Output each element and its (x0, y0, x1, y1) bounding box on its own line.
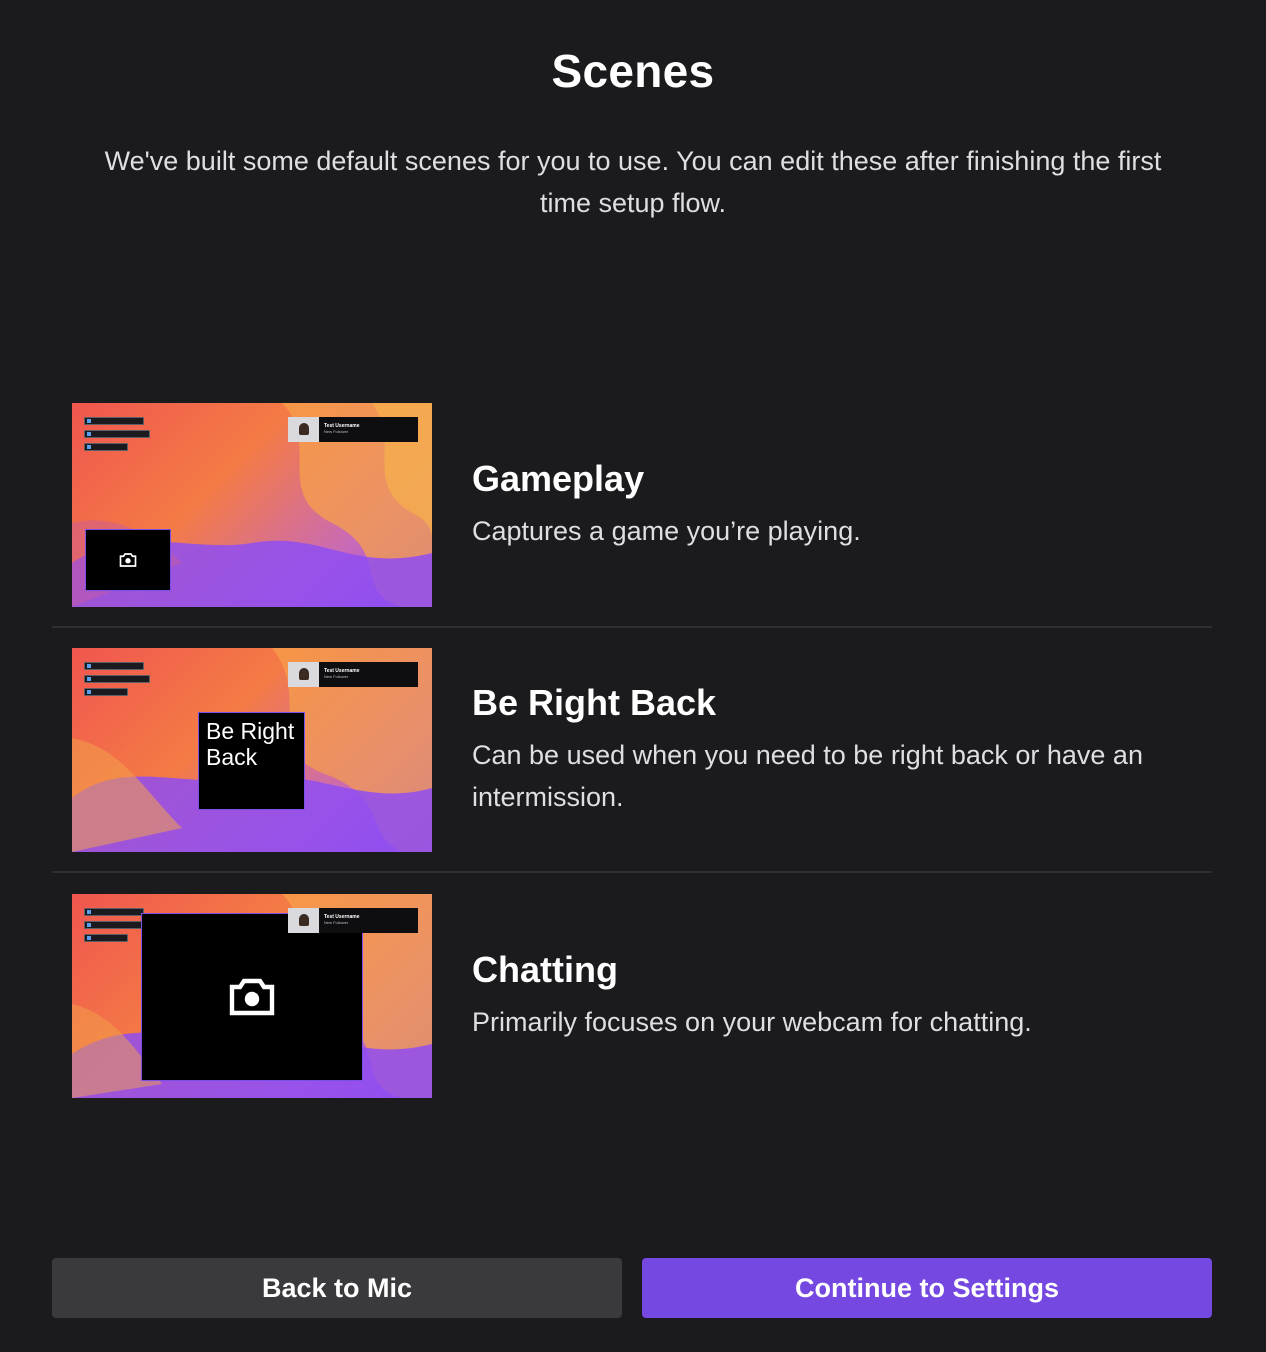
scene-info: Gameplay Captures a game you’re playing. (472, 458, 861, 552)
scene-row-gameplay: Test Username New Follower Gameplay Capt… (52, 383, 1212, 628)
scene-preview-gameplay: Test Username New Follower (72, 402, 432, 607)
page-subtitle: We've built some default scenes for you … (104, 146, 1162, 218)
follower-alert: Test Username New Follower (288, 907, 418, 933)
follower-alert: Test Username New Follower (288, 661, 418, 687)
follower-event: New Follower (324, 920, 349, 925)
chat-alerts (84, 416, 150, 456)
scene-preview-be-right-back: Test Username New Follower Be Right Back (72, 647, 432, 852)
chat-alerts (84, 661, 150, 701)
webcam-placeholder (85, 528, 171, 591)
chat-line (84, 907, 144, 916)
scene-info: Be Right Back Can be used when you need … (472, 682, 1172, 818)
chat-line (84, 442, 128, 451)
page-title: Scenes (551, 45, 715, 97)
follower-event: New Follower (324, 429, 349, 434)
scene-info: Chatting Primarily focuses on your webca… (472, 949, 1032, 1043)
webcam-placeholder (141, 912, 363, 1081)
follower-alert: Test Username New Follower (288, 416, 418, 442)
chat-line (84, 661, 144, 670)
scenes-setup-page: Scenes We've built some default scenes f… (0, 0, 1266, 1352)
scene-row-chatting: Test Username New Follower Chatting Prim… (52, 873, 1212, 1118)
scene-preview-chatting: Test Username New Follower (72, 893, 432, 1098)
scene-description: Primarily focuses on your webcam for cha… (472, 1006, 1032, 1037)
avatar-image (288, 661, 319, 687)
brb-text-box: Be Right Back (198, 711, 305, 810)
back-to-mic-button[interactable]: Back to Mic (52, 1258, 622, 1318)
camera-icon (229, 978, 275, 1015)
chat-line (84, 416, 144, 425)
avatar-image (288, 907, 319, 933)
scene-name: Gameplay (472, 457, 645, 499)
follower-event: New Follower (324, 674, 349, 679)
chat-line (84, 429, 150, 438)
chat-line (84, 687, 128, 696)
chat-line (84, 933, 128, 942)
scene-row-be-right-back: Test Username New Follower Be Right Back… (52, 628, 1212, 873)
continue-to-settings-button[interactable]: Continue to Settings (642, 1258, 1212, 1318)
scene-description: Captures a game you’re playing. (472, 515, 861, 546)
chat-line (84, 674, 150, 683)
scene-name: Chatting (472, 948, 618, 990)
scene-description: Can be used when you need to be right ba… (472, 739, 1143, 812)
camera-icon (119, 552, 137, 567)
avatar-image (288, 416, 319, 442)
scene-list: Test Username New Follower Gameplay Capt… (52, 383, 1212, 1118)
scene-name: Be Right Back (472, 681, 717, 723)
